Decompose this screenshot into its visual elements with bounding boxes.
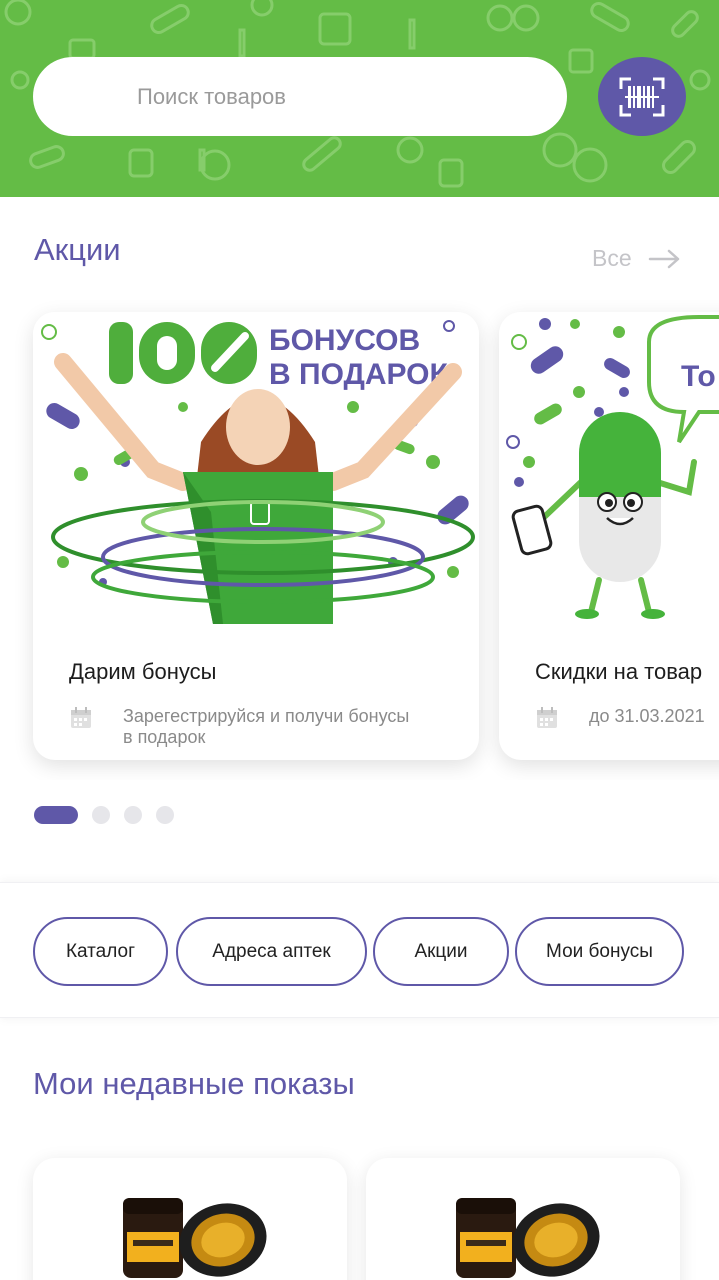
scan-barcode-button[interactable] <box>598 57 686 136</box>
header <box>0 0 719 197</box>
carousel-pagination <box>34 806 174 824</box>
promo-card[interactable]: БОНУСОВ В ПОДАРОК Дарим бонусы Зарегестр… <box>33 312 479 760</box>
pagination-dot-active[interactable] <box>34 806 78 824</box>
see-all-link[interactable]: Все <box>592 245 682 272</box>
search-bar[interactable] <box>33 57 567 136</box>
promo-card-title: Скидки на товар <box>535 659 703 684</box>
product-card[interactable] <box>366 1158 680 1280</box>
search-input[interactable] <box>137 83 517 110</box>
barcode-scan-icon <box>619 77 665 116</box>
app-screen: Акции Все <box>0 0 719 1280</box>
chip-pharmacy-addresses[interactable]: Адреса аптек <box>176 917 367 986</box>
pagination-dot[interactable] <box>124 806 142 824</box>
speech-bubble-text: То <box>681 360 716 393</box>
promo-carousel[interactable]: БОНУСОВ В ПОДАРОК Дарим бонусы Зарегестр… <box>0 300 719 780</box>
pagination-dot[interactable] <box>156 806 174 824</box>
promo-banner-image: БОНУСОВ В ПОДАРОК <box>33 312 479 624</box>
arrow-right-icon <box>648 249 679 268</box>
pagination-dot[interactable] <box>92 806 110 824</box>
chip-catalog[interactable]: Каталог <box>33 917 168 986</box>
promo-card-subtitle: до 31.03.2021 <box>589 706 705 726</box>
promo-banner-image: То <box>499 312 719 624</box>
banner-bonus-line1: БОНУСОВ <box>269 324 420 357</box>
product-image <box>123 1198 267 1278</box>
product-card[interactable] <box>33 1158 347 1280</box>
banner-bonus-line2: В ПОДАРОК <box>269 358 448 391</box>
quick-links-bar: Каталог Адреса аптек Акции Мои бонусы <box>0 882 719 1018</box>
promo-card[interactable]: То Скидки на товар до 31.03.2021 <box>499 312 719 760</box>
promotions-title: Акции <box>34 232 121 267</box>
promo-card-title: Дарим бонусы <box>69 659 217 684</box>
recent-views-title: Мои недавные показы <box>33 1066 355 1101</box>
chip-promotions[interactable]: Акции <box>373 917 509 986</box>
promo-card-subtitle: Зарегестрируйся и получи бонусы в подаро… <box>123 706 410 747</box>
chip-my-bonuses[interactable]: Мои бонусы <box>515 917 684 986</box>
see-all-label: Все <box>592 245 632 271</box>
calendar-icon <box>537 707 557 728</box>
calendar-icon <box>71 707 91 728</box>
product-image <box>456 1198 600 1278</box>
